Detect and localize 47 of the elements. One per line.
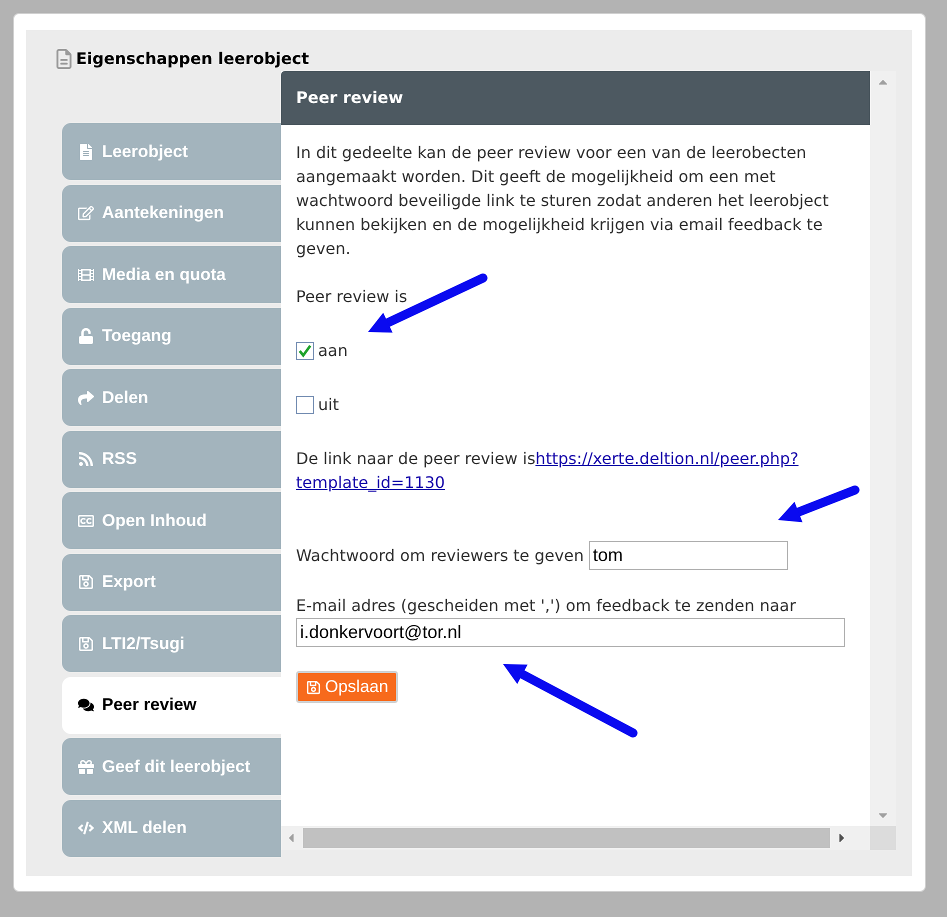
edit-icon: [78, 205, 94, 221]
sidebar-tab[interactable]: Peer review: [62, 676, 281, 734]
horizontal-scrollbar[interactable]: [281, 826, 870, 850]
document-icon: [56, 49, 72, 69]
page-title: Eigenschappen leerobject: [76, 48, 310, 70]
option-label: uit: [318, 394, 339, 416]
comments-icon: [78, 697, 94, 713]
share-icon: [78, 390, 94, 406]
floppy-icon: [306, 680, 321, 694]
save-button[interactable]: Opslaan: [296, 671, 398, 703]
sidebar-tab[interactable]: Leerobject: [62, 123, 281, 180]
option-label: aan: [318, 340, 348, 362]
sidebar-tab[interactable]: Toegang: [62, 308, 281, 364]
unlock-icon: [78, 328, 94, 344]
sidebar-tab[interactable]: Aantekeningen: [62, 184, 281, 242]
peer-review-link[interactable]: template_id=1130: [296, 471, 445, 495]
sidebar-tab[interactable]: Delen: [62, 369, 281, 426]
password-field[interactable]: tom: [588, 541, 788, 570]
intro-paragraph: In dit gedeelte kan de peer review voor een van de leerobecten aangemaakt worden. Dit geeft de mogelijkheid om een met wachtwoord beveiligde link te sturen zodat anderen het leerobject kunnen bekijken en de mogelijkheid krijgen via email feedback te geven.: [296, 142, 830, 260]
rss-icon: [78, 451, 94, 467]
film-icon: [78, 266, 94, 282]
sidebar-tab[interactable]: Media en quota: [62, 246, 281, 303]
email-field[interactable]: i.donkervoort@tor.nl: [296, 618, 845, 647]
gift-icon: [78, 758, 94, 774]
sidebar-tab[interactable]: Geef dit leerobject: [62, 738, 281, 795]
floppy-icon: [78, 574, 94, 590]
sidebar-tab[interactable]: Open Inhoud: [62, 492, 281, 549]
link-label: De link naar de peer review is: [296, 448, 536, 470]
sidebar-tab[interactable]: RSS: [62, 430, 281, 488]
scrollbar-corner: [870, 826, 896, 850]
floppy-icon: [78, 636, 94, 652]
checkbox[interactable]: [296, 342, 314, 360]
sidebar-tab[interactable]: XML delen: [62, 800, 281, 856]
password-label: Wachtwoord om reviewers te geven: [296, 544, 584, 566]
scrollbar-thumb[interactable]: [303, 828, 830, 848]
checkmark-icon: [298, 344, 312, 358]
status-label: Peer review is: [296, 286, 408, 308]
code-icon: [78, 820, 94, 836]
panel-title: Peer review: [296, 87, 404, 109]
peer-review-link[interactable]: https://xerte.deltion.nl/peer.php?: [535, 447, 799, 471]
sidebar-tab[interactable]: Export: [62, 554, 281, 610]
checkbox[interactable]: [296, 396, 314, 414]
email-label: E-mail adres (gescheiden met ',') om feedback te zenden naar: [296, 595, 797, 617]
cc-icon: [78, 512, 94, 528]
document-icon: [78, 144, 94, 160]
sidebar-tab[interactable]: LTI2/Tsugi: [62, 615, 281, 672]
vertical-scrollbar[interactable]: [870, 71, 896, 826]
